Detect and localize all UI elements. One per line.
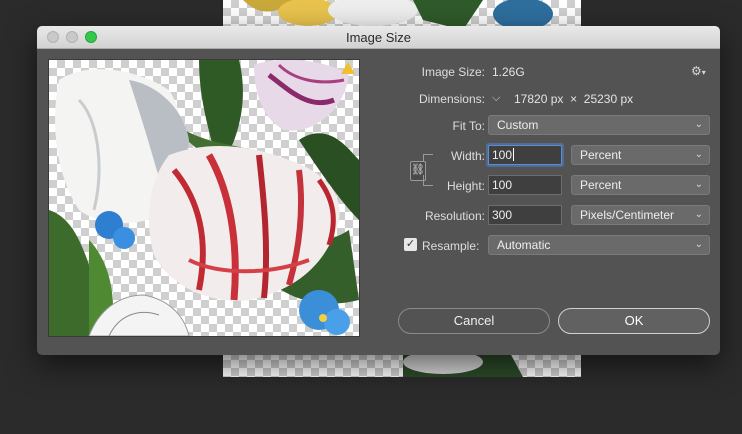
resolution-label: Resolution: bbox=[424, 209, 485, 223]
height-unit-value: Percent bbox=[580, 178, 622, 192]
resolution-unit-dropdown[interactable]: Pixels/Centimeter ⌄ bbox=[571, 205, 710, 225]
chevron-down-icon: ⌄ bbox=[694, 119, 703, 130]
cancel-button[interactable]: Cancel bbox=[398, 308, 550, 334]
chevron-down-icon: ⌄ bbox=[694, 239, 703, 250]
resolution-unit-value: Pixels/Centimeter bbox=[580, 208, 675, 222]
image-size-dialog: Image Size Image Size: 1.26G ⚙▾ Dimensio… bbox=[37, 26, 720, 355]
fit-to-label: Fit To: bbox=[452, 119, 485, 133]
dimensions-label: Dimensions: bbox=[418, 92, 485, 106]
image-preview[interactable] bbox=[48, 59, 360, 337]
image-size-label: Image Size: bbox=[421, 65, 485, 79]
gear-icon[interactable]: ⚙▾ bbox=[691, 64, 706, 78]
resample-label: Resample: bbox=[422, 239, 480, 253]
ok-button[interactable]: OK bbox=[558, 308, 710, 334]
chevron-down-icon[interactable]: ⌵ bbox=[492, 92, 500, 105]
width-unit-value: Percent bbox=[580, 148, 622, 162]
chevron-down-icon: ⌄ bbox=[694, 149, 703, 160]
image-size-value: 1.26G bbox=[492, 65, 525, 79]
height-label: Height: bbox=[446, 179, 485, 193]
resample-value: Automatic bbox=[497, 238, 551, 252]
link-bracket-top bbox=[423, 154, 433, 155]
titlebar: Image Size bbox=[37, 26, 720, 49]
chevron-down-icon: ⌄ bbox=[694, 179, 703, 190]
height-unit-dropdown[interactable]: Percent ⌄ bbox=[571, 175, 710, 195]
height-input[interactable]: 100 bbox=[488, 175, 562, 195]
resample-dropdown[interactable]: Automatic ⌄ bbox=[488, 235, 710, 255]
width-unit-dropdown[interactable]: Percent ⌄ bbox=[571, 145, 710, 165]
dialog-title: Image Size bbox=[345, 30, 412, 45]
fit-to-dropdown[interactable]: Custom ⌄ bbox=[488, 115, 710, 135]
resample-checkbox[interactable]: ✓ bbox=[404, 238, 417, 251]
preview-artwork bbox=[49, 60, 359, 336]
fit-to-value: Custom bbox=[497, 118, 539, 132]
chevron-down-icon: ⌄ bbox=[694, 209, 703, 220]
width-input[interactable]: 100 bbox=[488, 145, 562, 165]
dimensions-value: 17820 px × 25230 px bbox=[514, 92, 634, 106]
resolution-input[interactable]: 300 bbox=[488, 205, 562, 225]
